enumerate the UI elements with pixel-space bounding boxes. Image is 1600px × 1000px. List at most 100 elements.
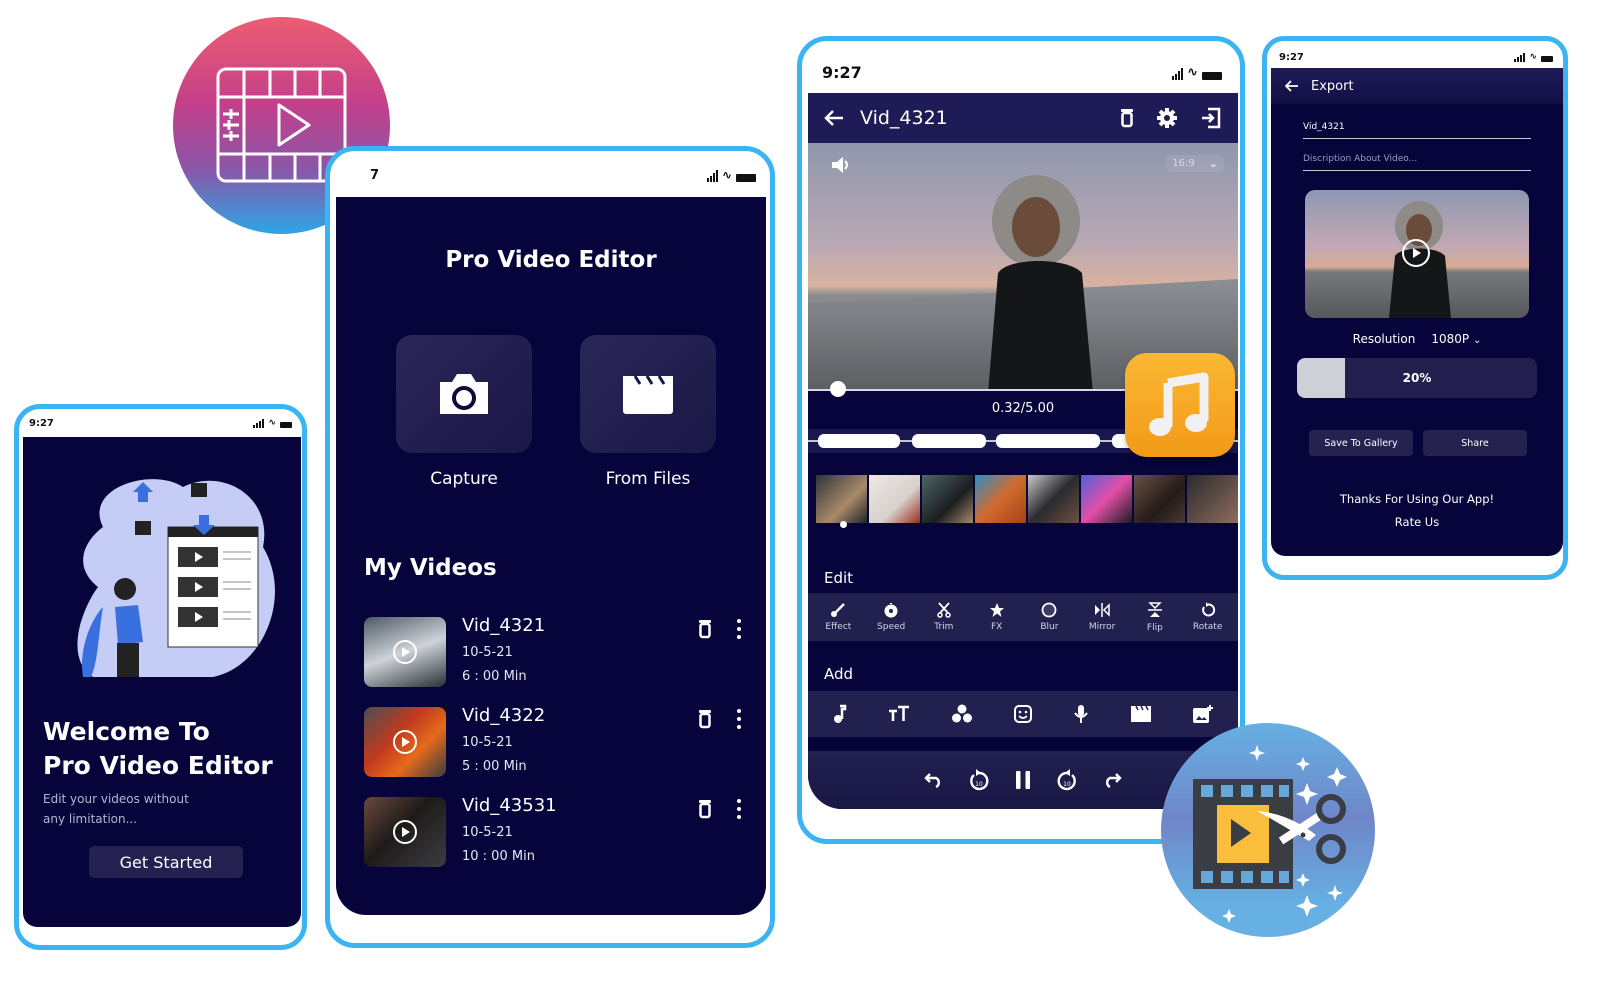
- signal-icon: [253, 419, 265, 428]
- signal-icon: [1172, 67, 1184, 80]
- delete-icon[interactable]: [1120, 108, 1134, 128]
- svg-text:10: 10: [975, 781, 983, 788]
- music-app-badge: [1125, 353, 1235, 457]
- add-image-icon[interactable]: [1192, 704, 1214, 724]
- delete-icon[interactable]: [698, 799, 712, 819]
- play-icon: [393, 640, 417, 664]
- rewind-10-icon[interactable]: 10: [968, 768, 990, 792]
- clapperboard-icon: [623, 375, 673, 414]
- rotate-icon: [1201, 602, 1215, 617]
- tool-flip[interactable]: Flip: [1130, 601, 1180, 633]
- video-name: Vid_4321: [462, 615, 546, 636]
- timeline-handle[interactable]: [840, 521, 847, 528]
- capture-button[interactable]: [396, 335, 532, 453]
- tool-fx[interactable]: FX: [972, 602, 1022, 632]
- pause-icon[interactable]: [1014, 769, 1032, 791]
- video-thumbnail[interactable]: [364, 797, 446, 867]
- back-arrow-icon[interactable]: [1285, 80, 1299, 92]
- tool-mirror[interactable]: Mirror: [1077, 602, 1127, 632]
- from-files-label: From Files: [605, 469, 691, 489]
- signal-icon: [1514, 53, 1526, 62]
- wifi-icon: ∿: [1529, 52, 1537, 62]
- status-time: 9:27: [822, 62, 862, 82]
- forward-10-icon[interactable]: 10: [1056, 768, 1078, 792]
- save-to-gallery-button[interactable]: Save To Gallery: [1309, 430, 1413, 456]
- wifi-icon: ∿: [1187, 64, 1198, 80]
- share-button[interactable]: Share: [1423, 430, 1527, 456]
- timeline-filmstrip[interactable]: [816, 475, 1238, 523]
- text-size-icon[interactable]: [888, 705, 910, 723]
- seek-handle[interactable]: [830, 381, 847, 397]
- export-preview[interactable]: [1305, 190, 1529, 318]
- more-options-icon[interactable]: [734, 799, 744, 819]
- home-phone: 7 ∿ Pro Video Editor Capture From Files …: [325, 146, 775, 948]
- tool-rotate[interactable]: Rotate: [1183, 602, 1233, 632]
- undo-icon[interactable]: [924, 772, 944, 788]
- svg-text:10: 10: [1063, 781, 1071, 788]
- welcome-screen: Welcome To Pro Video Editor Edit your vi…: [23, 437, 301, 927]
- battery-icon: [1202, 71, 1222, 80]
- flip-icon: [1147, 602, 1162, 617]
- delete-icon[interactable]: [698, 619, 712, 639]
- filmstrip-frame: [922, 475, 973, 523]
- tool-blur[interactable]: Blur: [1024, 602, 1074, 632]
- video-date: 10-5-21: [462, 735, 513, 750]
- back-arrow-icon[interactable]: [824, 109, 844, 127]
- sticker-icon[interactable]: [1013, 704, 1033, 724]
- aspect-ratio-dropdown[interactable]: 16:9 ⌄: [1166, 155, 1224, 172]
- export-title: Export: [1311, 78, 1354, 94]
- resolution-row: Resolution 1080P ⌄: [1271, 332, 1563, 346]
- video-name-input[interactable]: [1303, 122, 1531, 139]
- brush-icon: [831, 603, 846, 617]
- color-filter-icon[interactable]: [951, 704, 973, 724]
- status-time: 9:27: [1279, 51, 1304, 63]
- mirror-icon: [1095, 603, 1110, 617]
- volume-icon[interactable]: [830, 155, 852, 175]
- signal-icon: [706, 170, 718, 182]
- clapperboard-icon[interactable]: [1130, 705, 1152, 723]
- settings-gear-icon[interactable]: [1156, 107, 1178, 129]
- video-thumbnail[interactable]: [364, 617, 446, 687]
- filmstrip-frame: [1081, 475, 1132, 523]
- more-options-icon[interactable]: [734, 619, 744, 639]
- video-list-item[interactable]: Vid_43531 10-5-21 10 : 00 Min: [364, 795, 754, 869]
- microphone-icon[interactable]: [1073, 704, 1089, 724]
- resolution-dropdown[interactable]: 1080P ⌄: [1431, 332, 1481, 346]
- play-icon[interactable]: [1402, 239, 1430, 267]
- video-duration: 6 : 00 Min: [462, 669, 527, 684]
- video-description-input[interactable]: [1303, 154, 1531, 171]
- tool-speed[interactable]: Speed: [866, 602, 916, 632]
- video-duration: 10 : 00 Min: [462, 849, 535, 864]
- play-icon: [393, 820, 417, 844]
- tool-trim[interactable]: Trim: [919, 602, 969, 632]
- capture-label: Capture: [430, 469, 498, 489]
- video-list-item[interactable]: Vid_4321 10-5-21 6 : 00 Min: [364, 615, 754, 689]
- film-scissors-icon: [1193, 745, 1347, 923]
- export-toolbar: Export: [1271, 68, 1563, 104]
- video-date: 10-5-21: [462, 645, 513, 660]
- get-started-button[interactable]: Get Started: [89, 846, 243, 878]
- wifi-icon: ∿: [721, 168, 732, 182]
- speedometer-icon: [884, 603, 898, 618]
- export-progress-bar: 20%: [1297, 358, 1537, 398]
- video-list-item[interactable]: Vid_4322 10-5-21 5 : 00 Min: [364, 705, 754, 779]
- redo-icon[interactable]: [1102, 772, 1122, 788]
- delete-icon[interactable]: [698, 709, 712, 729]
- from-files-button[interactable]: [580, 335, 716, 453]
- video-thumbnail[interactable]: [364, 707, 446, 777]
- welcome-phone: 9:27 ∿ Welcome To Pro Video Editor Edit …: [14, 404, 307, 950]
- music-note-icon[interactable]: [832, 704, 848, 724]
- video-date: 10-5-21: [462, 825, 513, 840]
- upload-illustration: [77, 479, 275, 677]
- welcome-title-line1: Welcome To: [43, 717, 210, 746]
- export-icon[interactable]: [1200, 107, 1222, 129]
- more-options-icon[interactable]: [734, 709, 744, 729]
- rate-us-link[interactable]: Rate Us: [1271, 515, 1563, 529]
- video-name: Vid_43531: [462, 795, 557, 816]
- video-name: Vid_4322: [462, 705, 546, 726]
- star-icon: [989, 603, 1004, 617]
- circle-icon: [1041, 602, 1057, 618]
- tool-effect[interactable]: Effect: [813, 602, 863, 632]
- battery-icon: [1541, 56, 1553, 62]
- play-icon: [393, 730, 417, 754]
